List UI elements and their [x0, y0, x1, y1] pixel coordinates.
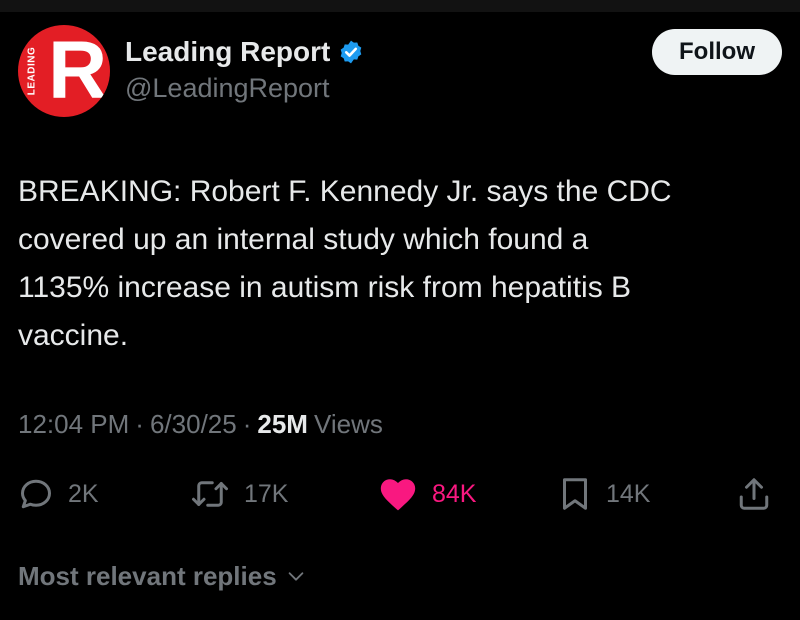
meta-separator: · — [242, 408, 252, 439]
views-count[interactable]: 25M — [257, 409, 308, 440]
like-icon — [380, 479, 416, 511]
verified-badge-icon — [341, 40, 362, 64]
tweet-time[interactable]: 12:04 PM — [18, 409, 129, 440]
share-button[interactable] — [736, 472, 772, 516]
name-row: Leading Report — [125, 35, 364, 69]
chevron-down-icon — [288, 572, 303, 581]
repost-icon — [192, 481, 228, 507]
repost-count: 17K — [244, 479, 289, 508]
reply-count: 2K — [68, 479, 99, 508]
like-button[interactable]: 84K — [378, 472, 476, 516]
bookmark-icon — [563, 478, 587, 510]
repost-button[interactable]: 17K — [190, 472, 288, 516]
meta-separator: · — [135, 408, 144, 439]
avatar-letter: R — [48, 25, 108, 116]
display-name[interactable]: Leading Report — [125, 36, 330, 68]
tweet-date[interactable]: 6/30/25 — [150, 409, 237, 440]
share-icon — [739, 478, 769, 510]
follow-button[interactable]: Follow — [652, 29, 782, 75]
like-count: 84K — [432, 479, 477, 508]
reply-button[interactable]: 2K — [18, 472, 99, 516]
views-label: Views — [313, 408, 383, 439]
tweet-text: BREAKING: Robert F. Kennedy Jr. says the… — [18, 175, 672, 352]
tweet-meta: 12:04 PM · 6/30/25 · 25M Views — [18, 406, 383, 442]
tweet-page: LEADING R Leading Report @LeadingReport … — [0, 0, 800, 620]
avatar-side-text: LEADING — [26, 46, 38, 96]
replies-sort-dropdown[interactable]: Most relevant replies — [18, 558, 307, 594]
avatar[interactable]: LEADING R — [18, 25, 110, 117]
bookmark-button[interactable]: 14K — [558, 472, 650, 516]
user-handle[interactable]: @LeadingReport — [125, 73, 330, 104]
tweet-header: LEADING R Leading Report @LeadingReport … — [18, 25, 782, 120]
action-bar: 2K 17K 84K 14K — [18, 472, 778, 516]
replies-sort-label: Most relevant replies — [18, 560, 277, 591]
reply-icon — [21, 479, 51, 509]
bookmark-count: 14K — [606, 479, 651, 508]
top-bar — [0, 0, 800, 12]
